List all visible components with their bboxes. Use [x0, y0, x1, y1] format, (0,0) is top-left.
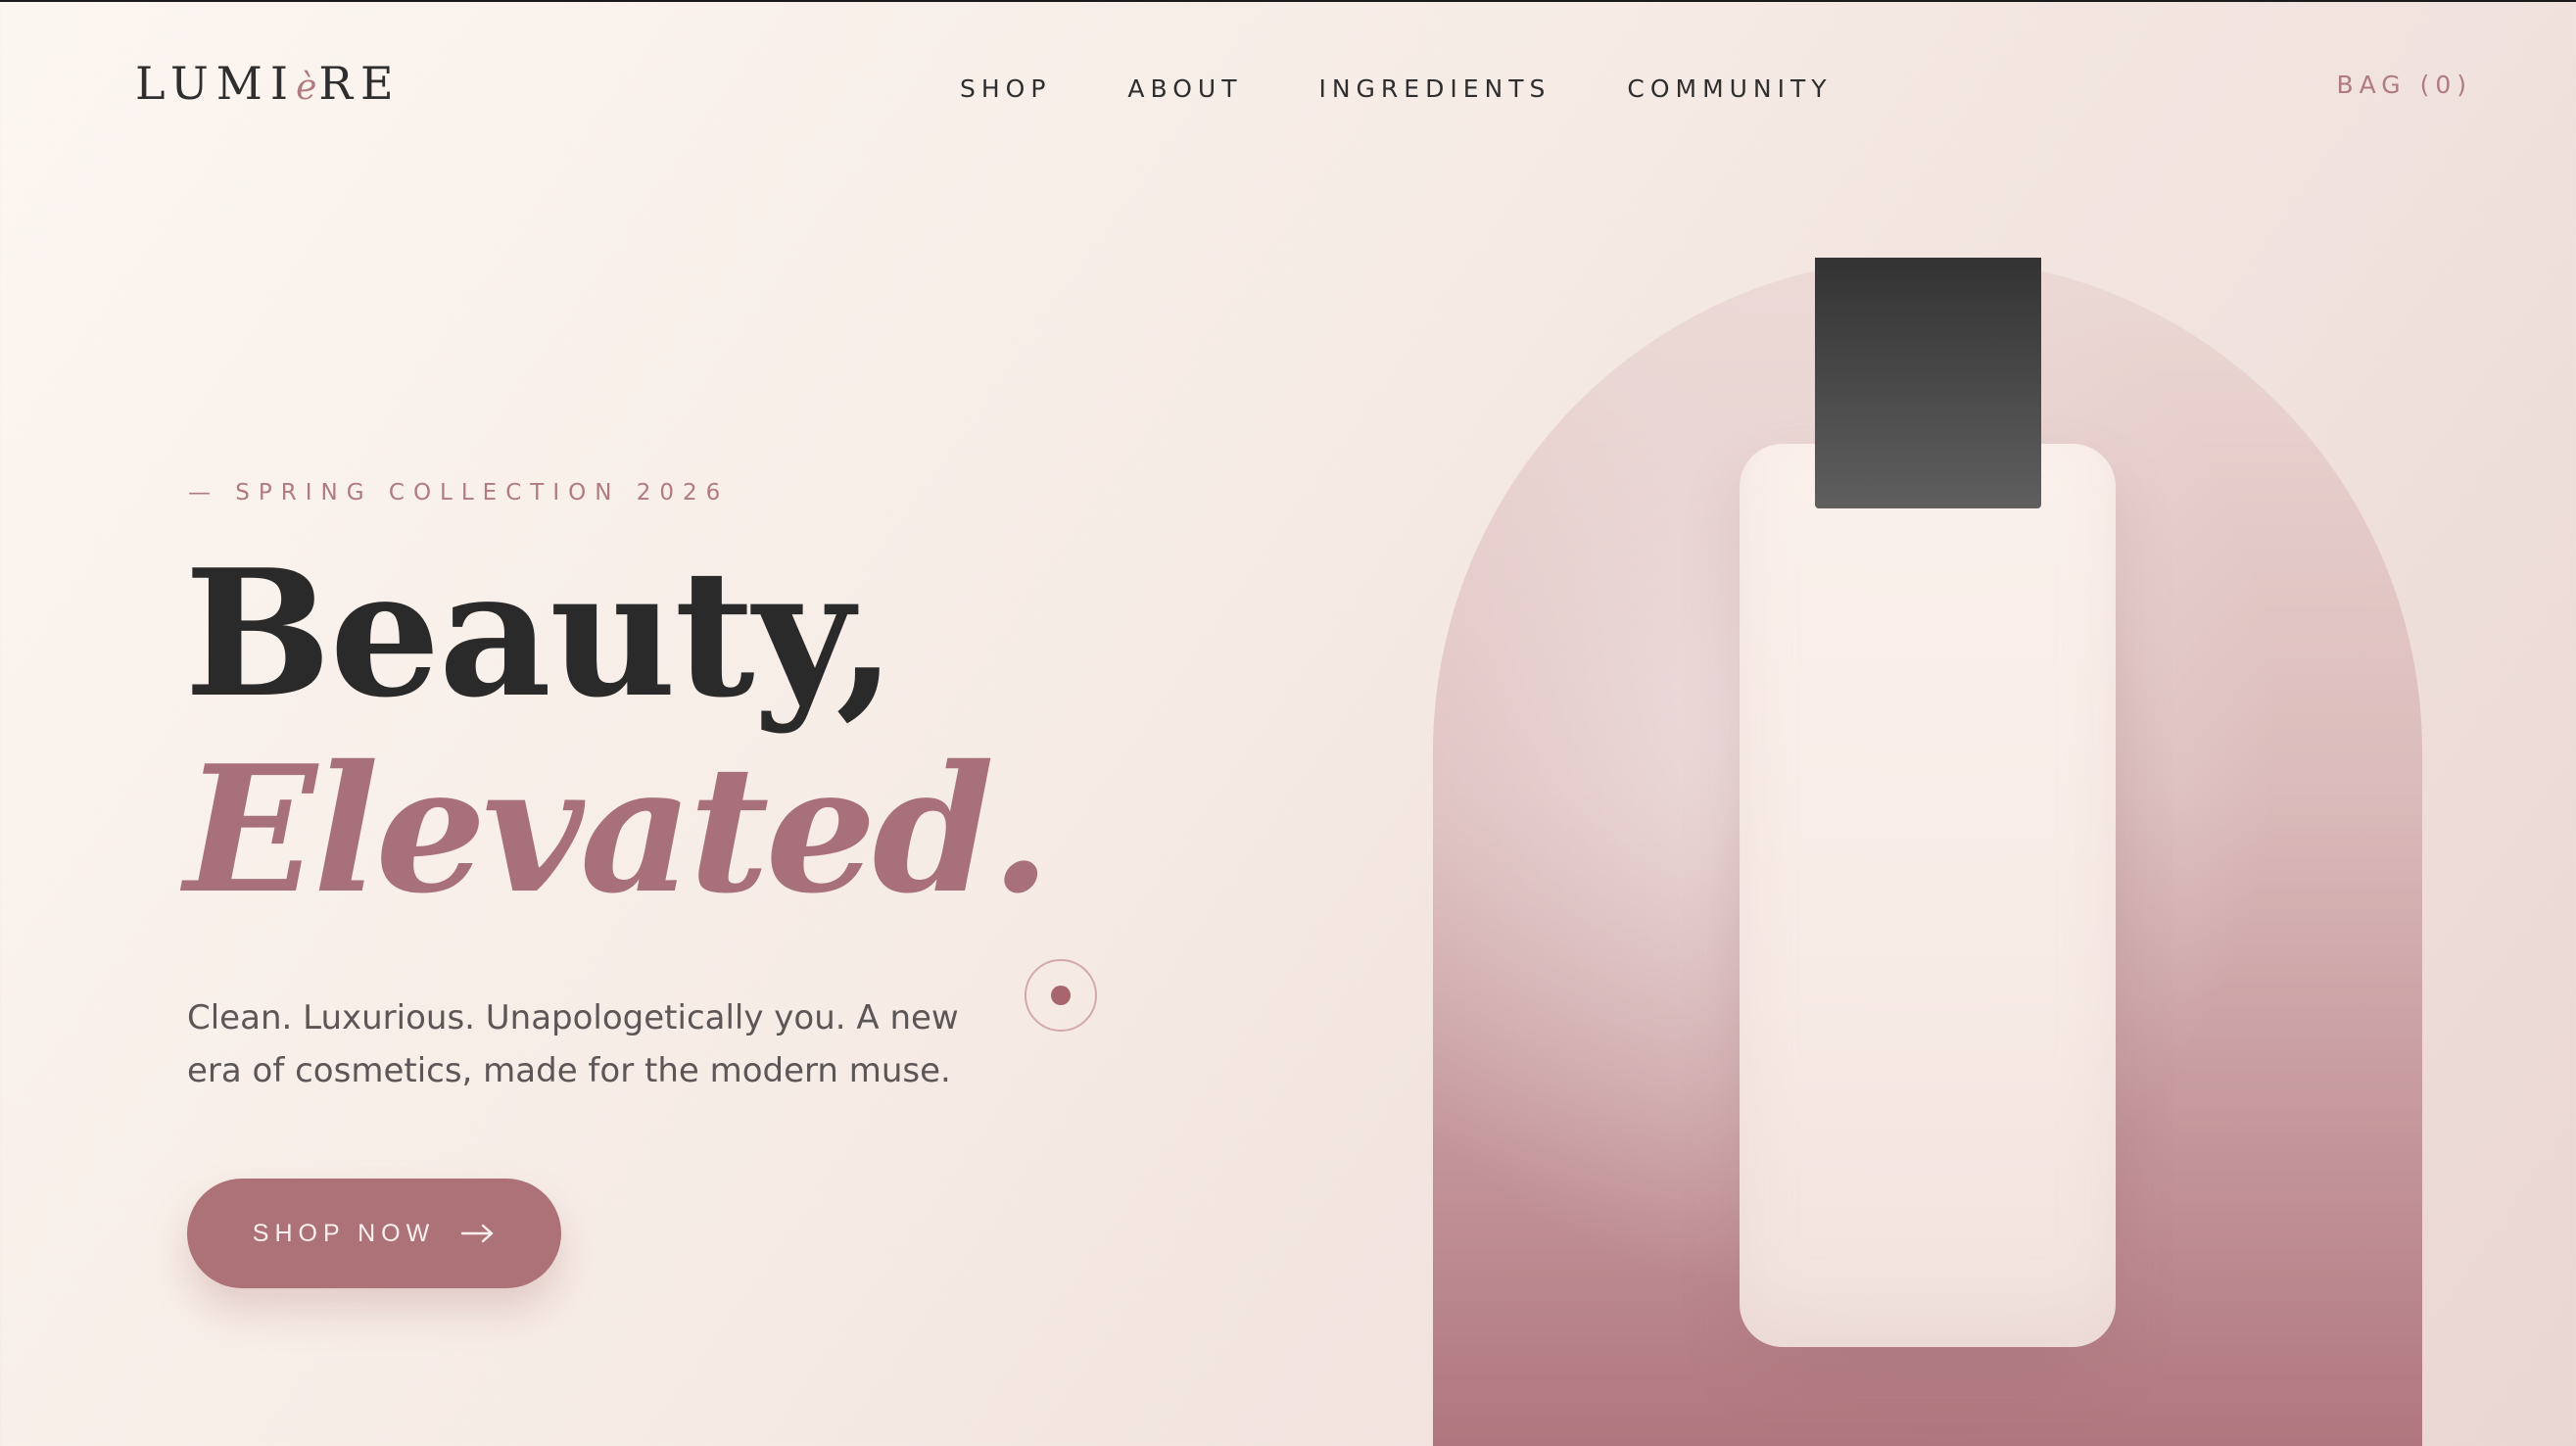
arrow-right-icon: [460, 1223, 496, 1244]
indicator-dot: [1051, 986, 1071, 1005]
nav-item-shop[interactable]: SHOP: [960, 74, 1051, 103]
product-bottle: [1740, 444, 2116, 1347]
brand-logo[interactable]: LUMIèRE: [135, 57, 402, 110]
hero-title-line2: Elevated.: [184, 727, 1051, 932]
top-border: [0, 0, 2576, 2]
hero-subtitle: Clean. Luxurious. Unapologetically you. …: [187, 998, 959, 1090]
shop-now-button[interactable]: SHOP NOW: [187, 1179, 561, 1288]
logo-accent: è: [296, 68, 319, 108]
nav-item-about[interactable]: ABOUT: [1127, 74, 1242, 103]
main-nav: SHOP ABOUT INGREDIENTS COMMUNITY: [960, 74, 1833, 103]
slide-indicator[interactable]: [1025, 959, 1097, 1032]
shop-now-label: SHOP NOW: [252, 1219, 436, 1247]
collection-eyebrow: — SPRING COLLECTION 2026: [188, 480, 730, 506]
hero-title-line1: Beauty,: [184, 531, 896, 736]
logo-text-start: LUMI: [135, 57, 297, 110]
bottle-cap: [1815, 258, 2041, 508]
nav-item-community[interactable]: COMMUNITY: [1627, 74, 1832, 103]
logo-text-end: RE: [318, 57, 402, 110]
nav-item-ingredients[interactable]: INGREDIENTS: [1318, 74, 1550, 103]
bag-link[interactable]: BAG (0): [2336, 71, 2472, 99]
